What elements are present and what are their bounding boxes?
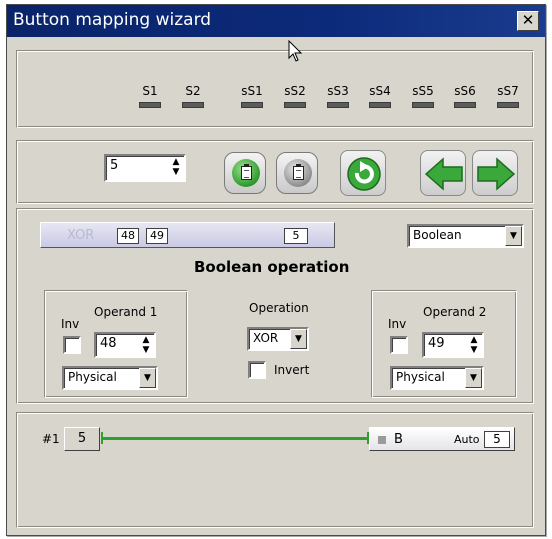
refresh-button[interactable] [340, 150, 386, 196]
operand2-source-select[interactable]: Physical ▼ [390, 366, 484, 390]
signal-ss4: sS4 [366, 84, 394, 108]
title-bar[interactable]: Button mapping wizard ✕ [7, 5, 545, 37]
operand1-source-select[interactable]: Physical ▼ [62, 366, 158, 390]
operation-title: Operation [249, 301, 309, 315]
signal-label: sS1 [241, 84, 263, 98]
signal-led [454, 102, 476, 108]
operand2-title: Operand 2 [423, 305, 487, 319]
down-arrow-icon[interactable]: ▼ [141, 345, 151, 355]
signal-label: S1 [142, 84, 158, 98]
signal-led [241, 102, 263, 108]
signal-led [182, 102, 204, 108]
result-chip: 5 [284, 228, 308, 244]
signal-led [284, 102, 306, 108]
operand1-title: Operand 1 [94, 305, 158, 319]
signal-label: sS7 [497, 84, 519, 98]
operand1-chip: 48 [117, 228, 139, 244]
signal-s1: S1 [136, 84, 164, 108]
operand1-inv-label: Inv [61, 317, 80, 331]
source-button[interactable]: 5 [64, 427, 100, 451]
signal-led [369, 102, 391, 108]
number-stepper[interactable]: 5 ▲ ▼ [104, 154, 186, 182]
target-label: B [394, 432, 403, 447]
signal-led [327, 102, 349, 108]
down-arrow-icon[interactable]: ▼ [469, 345, 479, 355]
signal-label: sS5 [412, 84, 434, 98]
signal-led [412, 102, 434, 108]
signal-ss3: sS3 [324, 84, 352, 108]
stepper-arrows[interactable]: ▲ ▼ [171, 157, 181, 177]
invert-checkbox[interactable] [248, 361, 266, 379]
operand2-stepper[interactable]: 49 ▲ ▼ [422, 332, 484, 358]
expression-bar[interactable]: XOR 48 49 5 [40, 222, 335, 248]
chevron-down-icon[interactable]: ▼ [465, 368, 482, 388]
signal-ss2: sS2 [281, 84, 309, 108]
arrow-right-icon [477, 157, 516, 191]
chevron-down-icon[interactable]: ▼ [139, 368, 156, 388]
operand2-value: 49 [428, 336, 445, 351]
up-arrow-icon[interactable]: ▲ [141, 335, 151, 345]
paste-button[interactable] [224, 152, 266, 194]
operand1-value: 48 [100, 336, 117, 351]
up-arrow-icon[interactable]: ▲ [469, 335, 479, 345]
type-select[interactable]: Boolean ▼ [407, 224, 524, 248]
refresh-icon [347, 157, 381, 191]
operand2-chip: 49 [146, 228, 168, 244]
signal-label: sS4 [369, 84, 391, 98]
signal-ss7: sS7 [494, 84, 522, 108]
stepper-arrows[interactable]: ▲ ▼ [141, 335, 151, 355]
mapping-index: #1 [42, 432, 60, 446]
signal-s2: S2 [179, 84, 207, 108]
connection-line [101, 437, 369, 440]
up-arrow-icon[interactable]: ▲ [171, 157, 181, 167]
number-stepper-value: 5 [110, 158, 119, 173]
target-output[interactable]: B Auto 5 [369, 427, 515, 451]
type-select-value: Boolean [413, 228, 462, 242]
signal-label: sS3 [327, 84, 349, 98]
section-heading: Boolean operation [194, 258, 350, 276]
close-button[interactable]: ✕ [517, 11, 539, 31]
next-button[interactable] [472, 150, 518, 196]
signal-ss6: sS6 [451, 84, 479, 108]
operand2-inv-checkbox[interactable] [390, 336, 408, 354]
operand2-source-value: Physical [396, 370, 445, 384]
previous-button[interactable] [420, 150, 466, 196]
operand1-source-value: Physical [68, 370, 117, 384]
signal-label: sS2 [284, 84, 306, 98]
signal-label: sS6 [454, 84, 476, 98]
target-value[interactable]: 5 [484, 431, 510, 448]
chevron-down-icon[interactable]: ▼ [290, 329, 307, 349]
down-arrow-icon[interactable]: ▼ [171, 167, 181, 177]
mouse-cursor-icon [288, 40, 303, 62]
auto-label: Auto [454, 433, 480, 446]
stepper-arrows[interactable]: ▲ ▼ [469, 335, 479, 355]
operation-value: XOR [253, 331, 279, 345]
signal-ss5: sS5 [409, 84, 437, 108]
expression-ghost-text: XOR [67, 228, 95, 243]
signal-led [497, 102, 519, 108]
invert-label: Invert [274, 363, 310, 377]
window-title: Button mapping wizard [13, 10, 212, 30]
operation-select[interactable]: XOR ▼ [247, 327, 309, 351]
operand2-inv-label: Inv [388, 317, 407, 331]
clipboard-disabled-icon [293, 164, 304, 180]
operand1-stepper[interactable]: 48 ▲ ▼ [94, 332, 156, 358]
signal-led [139, 102, 161, 108]
paste-disabled-button[interactable] [276, 152, 318, 194]
output-indicator-icon [378, 436, 386, 444]
chevron-down-icon[interactable]: ▼ [505, 226, 522, 246]
signal-ss1: sS1 [238, 84, 266, 108]
arrow-left-icon [424, 157, 463, 191]
clipboard-paste-icon [241, 164, 252, 180]
signal-label: S2 [185, 84, 201, 98]
operand1-inv-checkbox[interactable] [63, 336, 81, 354]
